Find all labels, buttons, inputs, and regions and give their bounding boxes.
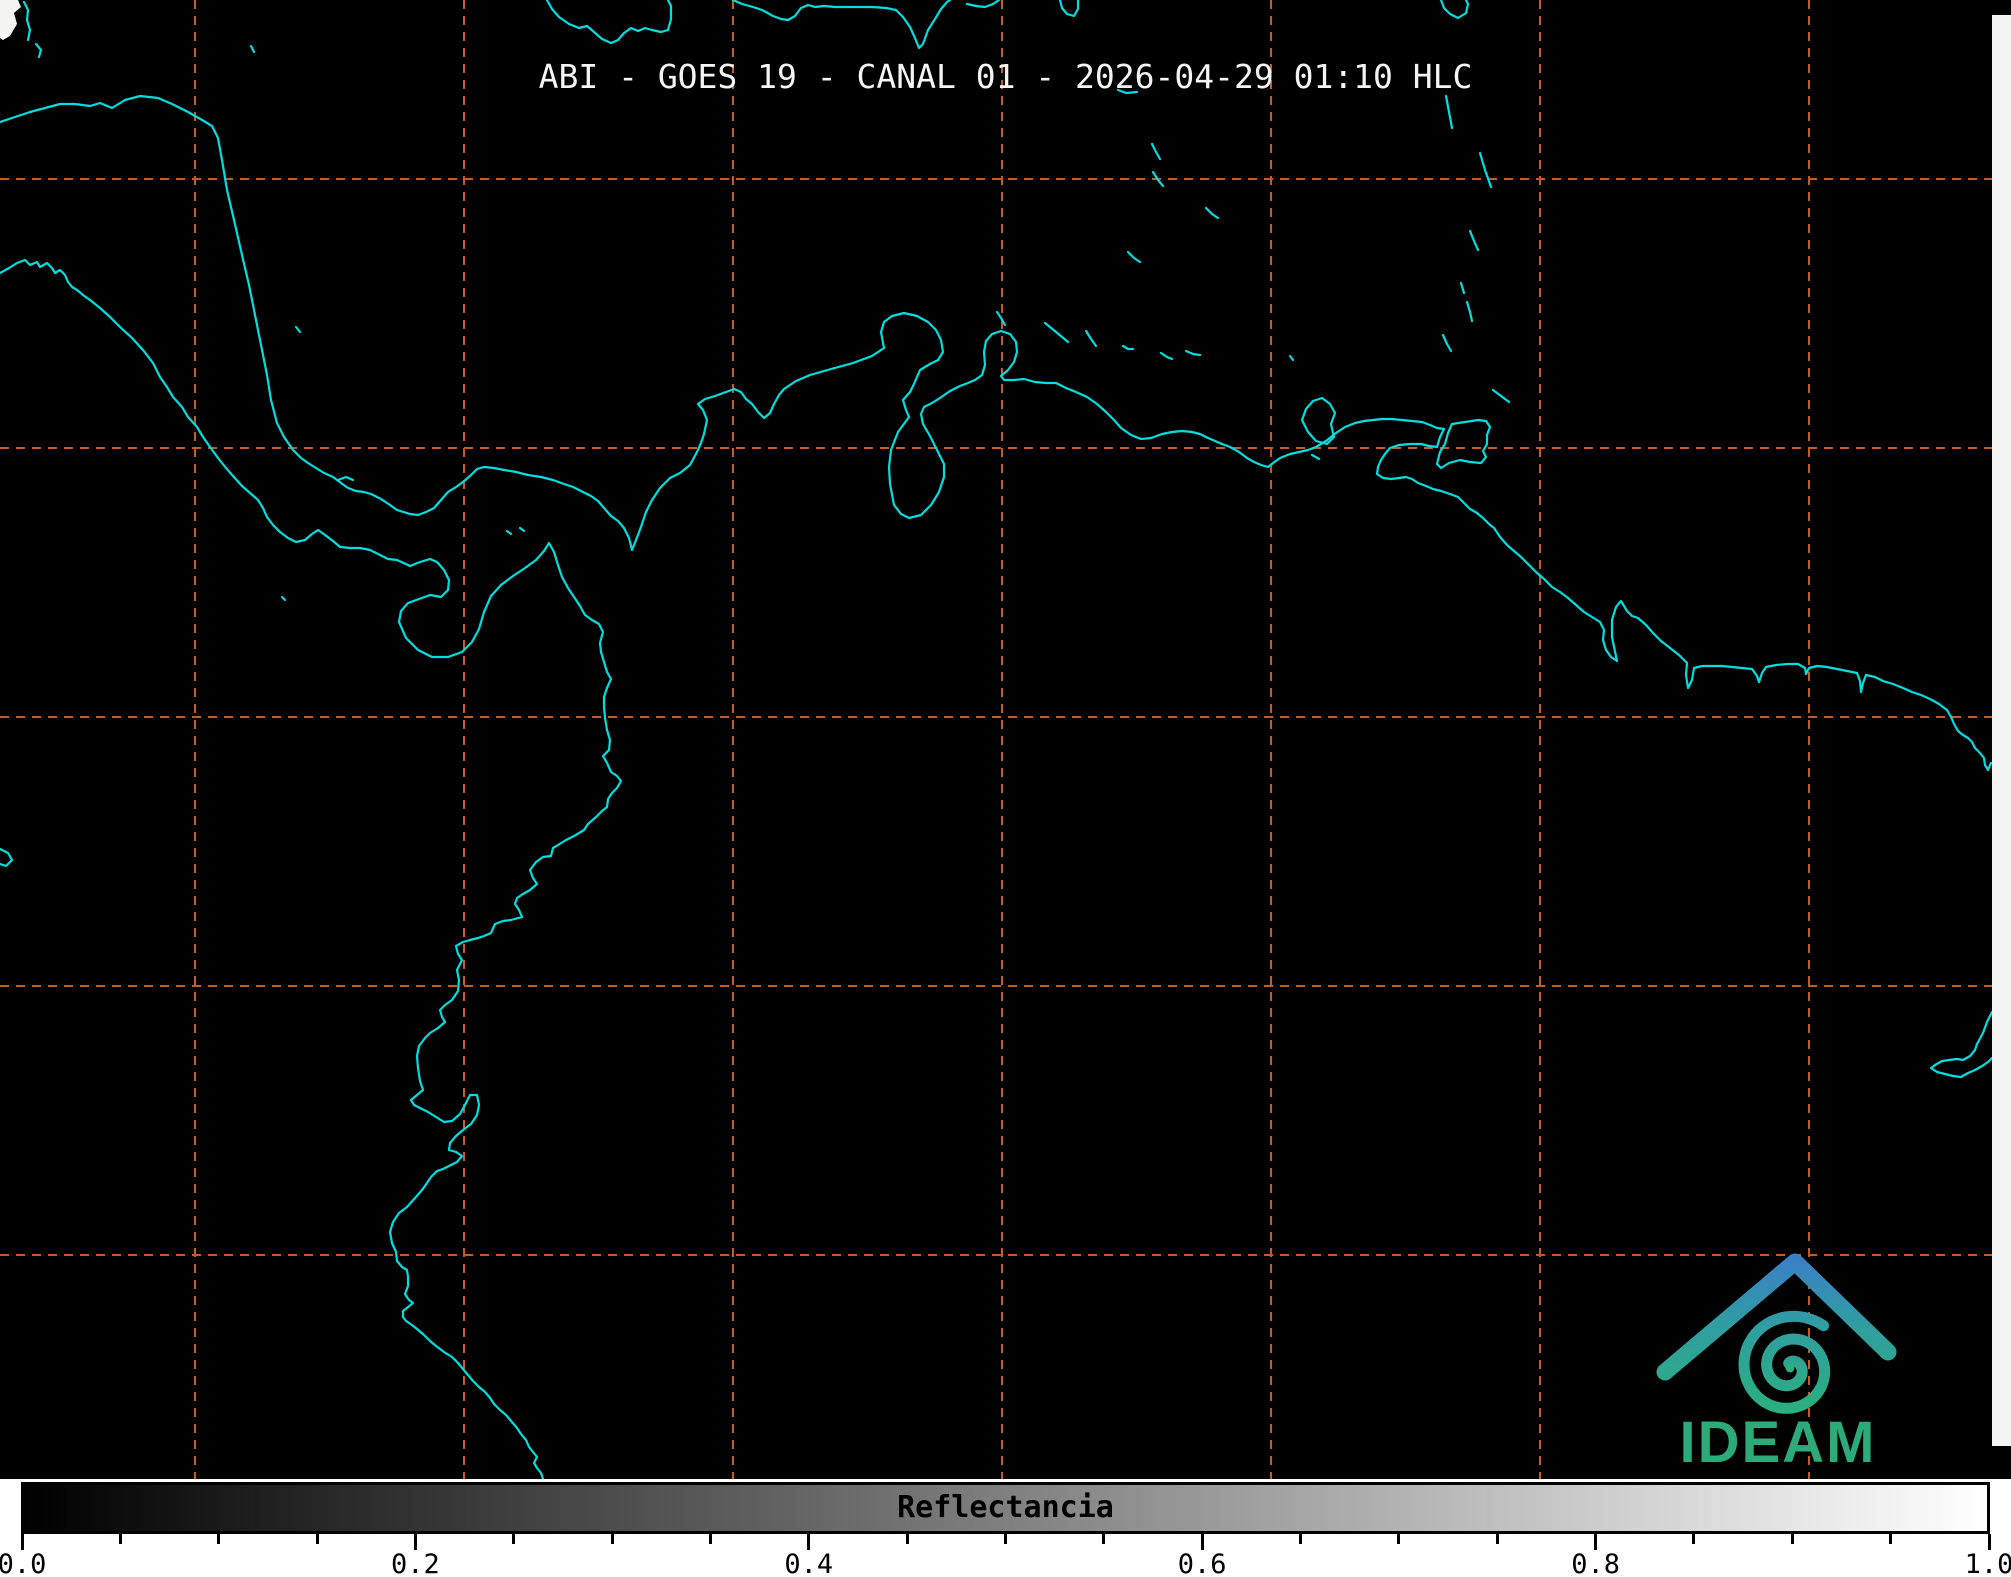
corner-artifact	[0, 0, 21, 40]
colorbar-label: Reflectancia	[24, 1485, 1987, 1531]
colorbar-minor-tick	[1004, 1534, 1007, 1544]
colorbar-tick-label: 0.8	[1556, 1549, 1636, 1577]
colorbar-minor-tick	[611, 1534, 614, 1544]
colorbar-tick-label: 1.0	[1949, 1549, 2011, 1577]
san_andres-island	[251, 46, 254, 52]
ideam-logo-spiral	[1744, 1316, 1825, 1408]
colorbar-minor-tick	[512, 1534, 515, 1544]
colorbar-major-tick	[21, 1534, 24, 1550]
island_northeast-coastline	[1441, 0, 1468, 18]
colorbar-tick-label: 0.2	[375, 1549, 455, 1577]
ideam-logo-text: IDEAM	[1680, 1410, 1877, 1475]
amazon_river_edge-coastline	[1931, 1012, 1992, 1077]
colorbar-minor-tick	[906, 1534, 909, 1544]
colorbar-minor-tick	[1102, 1534, 1105, 1544]
la_blanquilla-island	[1290, 356, 1293, 360]
grenada-island	[1443, 335, 1451, 351]
coche-island	[1312, 455, 1319, 459]
colorbar-minor-tick	[1889, 1534, 1892, 1544]
colorbar-minor-tick	[1397, 1534, 1400, 1544]
los_roques-island	[1123, 346, 1133, 349]
colorbar-major-tick	[1988, 1534, 1991, 1550]
reflectance-colorbar: Reflectancia	[21, 1482, 1990, 1534]
colorbar-tick-label: 0.4	[769, 1549, 849, 1577]
pearl_islands_b-island	[520, 528, 524, 531]
bay_islands_a-island	[24, 2, 30, 40]
hispaniola_west-coastline	[733, 0, 950, 48]
bonaire-island	[1086, 331, 1096, 346]
ideam-logo-spiral-eye	[1786, 1364, 1795, 1373]
colorbar-panel: Reflectancia 0.0 0.2 0.4 0.6 0.8 1.0	[0, 1479, 2011, 1577]
st_lucia-island	[1470, 231, 1478, 250]
colorbar-minor-tick	[1692, 1534, 1695, 1544]
grenadines-island	[1467, 302, 1472, 321]
colorbar-tick-label: 0.0	[0, 1549, 62, 1577]
caribbean_central_america_venezuela-coastline	[0, 96, 1991, 770]
providencia-island	[296, 327, 300, 332]
trinidad-coastline	[1437, 420, 1490, 468]
lesser_antilles_4-island	[1128, 252, 1140, 262]
puerto_rico_fragment-coastline	[1060, 0, 1078, 16]
map-canvas: IDEAM	[0, 0, 2011, 1479]
lesser_antilles_3-island	[1206, 208, 1218, 218]
curacao-island	[1045, 323, 1068, 342]
malpelo-island	[282, 597, 285, 600]
la_tortuga-island	[1186, 351, 1200, 355]
martinique-island	[1480, 153, 1491, 187]
colorbar-minor-tick	[316, 1534, 319, 1544]
bocas_del_toro-island	[338, 477, 353, 480]
pacific_coast_south-coastline	[0, 260, 621, 1479]
bay_islands_b-island	[36, 44, 41, 57]
dominica-island	[1446, 96, 1452, 128]
colorbar-major-tick	[1594, 1534, 1597, 1550]
colorbar-minor-tick	[217, 1534, 220, 1544]
colorbar-minor-tick	[709, 1534, 712, 1544]
satellite-image-viewer: IDEAM ABI - GOES 19 - CANAL 01 - 2026-04…	[0, 0, 2011, 1577]
lesser_antilles_1-island	[1152, 144, 1160, 159]
satellite-map: IDEAM ABI - GOES 19 - CANAL 01 - 2026-04…	[0, 0, 2011, 1479]
colorbar-minor-tick	[1791, 1534, 1794, 1544]
colorbar-major-tick	[1201, 1534, 1204, 1550]
image-title: ABI - GOES 19 - CANAL 01 - 2026-04-29 01…	[0, 57, 2011, 96]
left_edge_fragment-island	[0, 849, 12, 866]
colorbar-minor-tick	[119, 1534, 122, 1544]
hispaniola_east-coastline	[967, 0, 999, 7]
la_orchila-island	[1161, 353, 1172, 359]
jamaica-coastline	[547, 0, 671, 43]
colorbar-minor-tick	[1299, 1534, 1302, 1544]
pearl_islands_a-island	[507, 531, 511, 534]
colorbar-tick-label: 0.6	[1162, 1549, 1242, 1577]
colorbar-major-tick	[414, 1534, 417, 1550]
colorbar-major-tick	[807, 1534, 810, 1550]
colorbar-minor-tick	[1496, 1534, 1499, 1544]
scan-edge-strip	[1992, 15, 2011, 1446]
st_vincent-island	[1461, 283, 1464, 293]
tobago-island	[1493, 390, 1509, 402]
